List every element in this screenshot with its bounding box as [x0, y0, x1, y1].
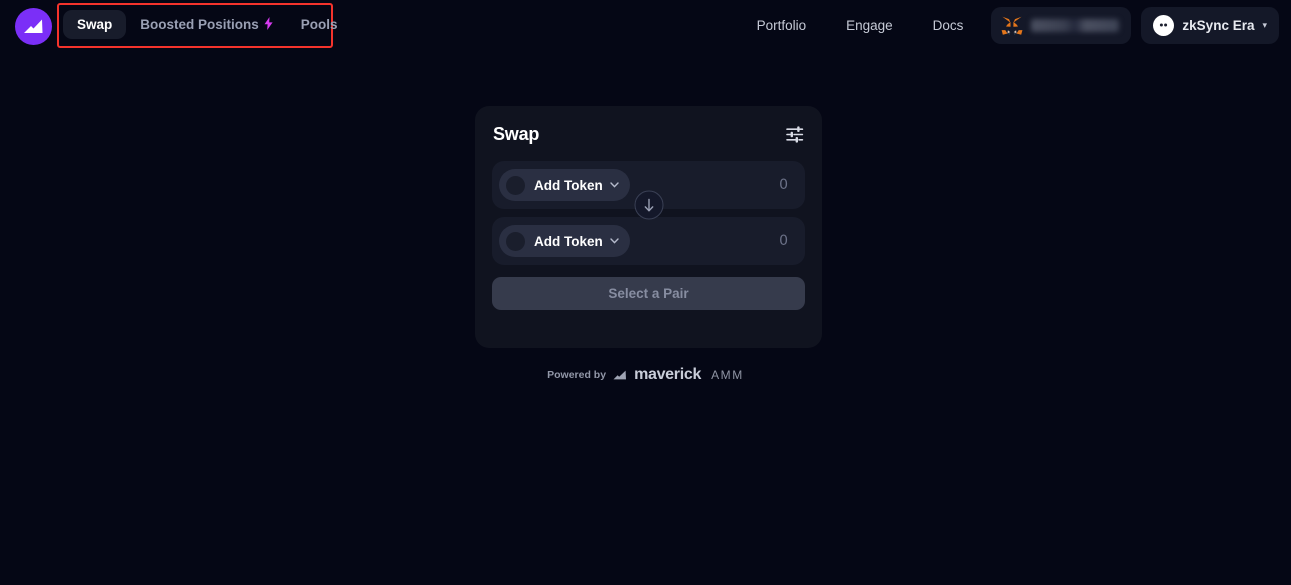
chevron-down-icon: ▾ [1262, 20, 1267, 30]
amount-input-to[interactable]: 0 [779, 233, 788, 249]
token-row-to: Add Token 0 [492, 217, 805, 265]
token-selector-from[interactable]: Add Token [499, 169, 630, 201]
maverick-brand-label: maverick [634, 366, 702, 383]
bolt-glyph [264, 17, 273, 30]
header-right-group: Portfolio Engage Docs zkSync Era ▾ [737, 7, 1279, 44]
chevron-down-icon [610, 236, 619, 246]
nav-link-engage[interactable]: Engage [826, 18, 913, 33]
token-label-to: Add Token [534, 233, 603, 249]
nav-link-docs[interactable]: Docs [913, 18, 984, 33]
zksync-glyph [1160, 23, 1168, 27]
lightning-bolt-icon [264, 17, 273, 32]
maverick-logo-icon[interactable] [15, 8, 52, 45]
token-label-from: Add Token [534, 177, 603, 193]
network-label: zkSync Era [1182, 18, 1255, 33]
powered-by-footer: Powered by maverick AMM [0, 366, 1291, 384]
swap-card: Swap Add Token 0 Add Token 0 Select a Pa… [475, 106, 822, 348]
nav-link-portfolio[interactable]: Portfolio [737, 18, 827, 33]
powered-by-label: Powered by [547, 369, 607, 381]
chevron-glyph [610, 182, 619, 188]
sliders-glyph [786, 126, 804, 143]
logo-bars-glyph [24, 19, 43, 33]
chevron-down-icon [610, 180, 619, 190]
zksync-icon [1153, 15, 1175, 36]
tab-pools-label: Pools [300, 17, 338, 32]
arrow-down-icon [644, 198, 653, 211]
token-placeholder-icon [506, 175, 525, 195]
token-placeholder-icon [506, 231, 525, 251]
network-selector[interactable]: zkSync Era ▾ [1141, 7, 1279, 44]
chevron-glyph [610, 238, 619, 244]
amm-label: AMM [711, 368, 744, 382]
token-rows: Add Token 0 Add Token 0 [475, 145, 822, 265]
metamask-fox-icon [1002, 16, 1023, 35]
swap-card-header: Swap [475, 106, 822, 145]
swap-direction-button[interactable] [634, 190, 663, 220]
primary-nav-tabs: Swap Boosted Positions Pools [63, 10, 352, 39]
tab-boosted-positions[interactable]: Boosted Positions [126, 10, 287, 39]
tab-boosted-positions-label: Boosted Positions [140, 17, 259, 32]
token-selector-to[interactable]: Add Token [499, 225, 630, 257]
amount-input-from[interactable]: 0 [779, 177, 788, 193]
sliders-icon[interactable] [785, 125, 804, 144]
select-a-pair-button[interactable]: Select a Pair [492, 277, 805, 310]
top-header: Swap Boosted Positions Pools Portfolio E… [0, 0, 1291, 52]
wallet-button[interactable] [991, 7, 1132, 44]
page-title: Swap [493, 124, 540, 144]
wallet-address-redacted [1031, 19, 1120, 32]
maverick-bars-icon [613, 370, 627, 380]
tab-swap-label: Swap [77, 17, 113, 32]
tab-swap[interactable]: Swap [63, 10, 127, 39]
tab-pools[interactable]: Pools [287, 10, 352, 39]
